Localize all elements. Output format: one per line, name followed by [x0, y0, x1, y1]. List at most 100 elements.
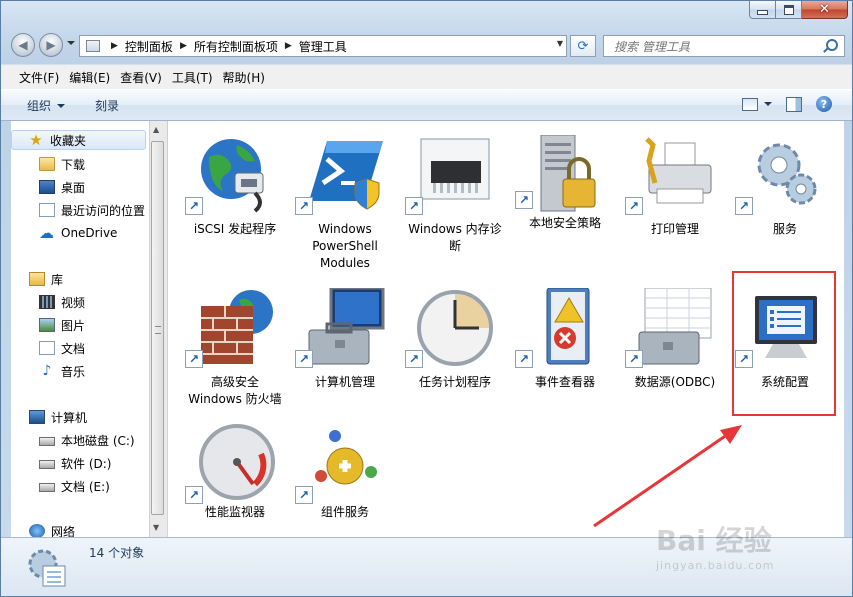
security-lock-icon: [540, 135, 596, 212]
item-label: Windows 内存诊 断: [408, 222, 502, 253]
forward-button[interactable]: ▶: [39, 33, 63, 57]
firewall-icon: [201, 290, 273, 364]
item-label: 打印管理: [650, 222, 699, 236]
item-label: Windows PowerShell Modules: [312, 222, 378, 270]
minimize-button[interactable]: [749, 1, 776, 19]
maximize-button[interactable]: [776, 1, 802, 19]
nav-disk-d[interactable]: 软件 (D:): [39, 453, 111, 473]
star-icon: ★: [29, 131, 43, 149]
command-bar: 组织 刻录 ?: [1, 89, 852, 121]
nav-libraries[interactable]: 库: [29, 269, 63, 289]
organize-button[interactable]: 组织: [27, 97, 66, 114]
breadcrumb-all-items[interactable]: 所有控制面板项: [194, 38, 278, 55]
refresh-button[interactable]: ⟳: [570, 35, 596, 57]
address-bar[interactable]: ▶ 控制面板 ▶ 所有控制面板项 ▶ 管理工具 ▼: [79, 35, 567, 57]
onedrive-cloud-icon: ☁: [39, 224, 54, 242]
nav-label: 库: [51, 272, 64, 287]
recent-pages-dropdown[interactable]: [67, 41, 75, 45]
search-icon[interactable]: [826, 39, 838, 51]
nav-scrollbar[interactable]: ▲ ▼: [149, 121, 167, 537]
close-button[interactable]: ✕: [802, 1, 848, 19]
item-label: 数据源(ODBC): [634, 375, 716, 389]
item-odbc[interactable]: ↗ 数据源(ODBC): [620, 288, 730, 418]
gears-icon: [757, 143, 817, 205]
clock-icon: [417, 290, 493, 366]
breadcrumb-separator-icon[interactable]: ▶: [111, 41, 118, 51]
nav-label: 网络: [51, 524, 76, 538]
breadcrumb-separator-icon[interactable]: ▶: [180, 41, 187, 51]
nav-downloads[interactable]: 下载: [39, 154, 85, 174]
nav-label: 收藏夹: [50, 133, 87, 148]
nav-videos[interactable]: 视频: [39, 292, 85, 312]
item-label: 本地安全策略: [528, 216, 601, 230]
back-button[interactable]: ◀: [11, 33, 35, 57]
search-box: [603, 35, 845, 57]
nav-disk-e[interactable]: 文档 (E:): [39, 476, 110, 496]
change-view-icon[interactable]: [742, 97, 758, 111]
nav-computer[interactable]: 计算机: [29, 407, 87, 427]
item-powershell[interactable]: ↗ Windows PowerShell Modules: [290, 135, 400, 285]
item-task-scheduler[interactable]: ↗ 任务计划程序: [400, 288, 510, 418]
item-local-security-policy[interactable]: ↗ 本地安全策略: [510, 129, 620, 259]
item-services[interactable]: ↗ 服务: [730, 135, 840, 265]
menu-help[interactable]: 帮助(H): [221, 69, 273, 86]
menu-file[interactable]: 文件(F): [1, 69, 67, 86]
item-component-services[interactable]: ↗ 组件服务: [290, 424, 400, 534]
menu-view[interactable]: 查看(V): [118, 69, 170, 86]
item-print-management[interactable]: ↗ 打印管理: [620, 135, 730, 265]
nav-recent[interactable]: 最近访问的位置: [39, 200, 145, 220]
item-label: 计算机管理: [314, 375, 375, 389]
annotation-highlight-box: [732, 271, 836, 416]
shortcut-arrow-icon: ↗: [515, 350, 533, 368]
item-count: 14 个对象: [89, 546, 145, 560]
address-dropdown-icon[interactable]: ▼: [557, 39, 563, 48]
nav-music[interactable]: ♪ 音乐: [39, 361, 85, 381]
item-memory-diagnostic[interactable]: ↗ Windows 内存诊 断: [400, 135, 510, 265]
chevron-down-icon: [57, 104, 66, 108]
nav-favorites[interactable]: ★ 收藏夹: [11, 130, 146, 150]
document-library-icon: [39, 341, 55, 355]
nav-disk-c[interactable]: 本地磁盘 (C:): [39, 430, 135, 450]
item-computer-management[interactable]: ↗ 计算机管理: [290, 288, 400, 418]
picture-library-icon: [39, 318, 55, 332]
menu-tools[interactable]: 工具(T): [170, 69, 221, 86]
menu-edit[interactable]: 编辑(E): [67, 69, 118, 86]
organize-label: 组织: [27, 98, 52, 113]
item-iscsi[interactable]: ↗ iSCSI 发起程序: [180, 135, 290, 265]
recent-places-icon: [39, 203, 55, 217]
scroll-down-icon[interactable]: ▼: [153, 523, 159, 532]
view-dropdown-icon[interactable]: [764, 102, 772, 106]
item-firewall[interactable]: ↗ 高级安全 Windows 防火墙: [180, 288, 290, 418]
preview-pane-icon[interactable]: [786, 96, 802, 112]
shortcut-arrow-icon: ↗: [405, 350, 423, 368]
item-performance-monitor[interactable]: ↗ 性能监视器: [180, 424, 290, 534]
scroll-up-icon[interactable]: ▲: [153, 125, 159, 134]
printer-icon: [645, 137, 712, 204]
item-label: 高级安全 Windows 防火墙: [188, 375, 282, 406]
item-label: 组件服务: [320, 505, 369, 519]
watermark-url: jingyan.baidu.com: [656, 559, 775, 572]
computer-management-icon: [308, 288, 385, 365]
nav-label: 桌面: [61, 180, 86, 195]
item-label: 任务计划程序: [418, 375, 491, 389]
shortcut-arrow-icon: ↗: [295, 486, 313, 504]
navigation-pane: ★ 收藏夹 下载 桌面 最近访问的位置 ☁ OneDrive 库 视频 图片 文档 …: [11, 121, 167, 537]
control-panel-icon: [86, 40, 100, 52]
nav-network[interactable]: 网络: [29, 521, 75, 537]
network-icon: [29, 524, 45, 537]
nav-documents[interactable]: 文档: [39, 338, 85, 358]
burn-button[interactable]: 刻录: [95, 97, 119, 114]
search-input[interactable]: [612, 37, 826, 57]
breadcrumb-separator-icon[interactable]: ▶: [285, 41, 292, 51]
nav-desktop[interactable]: 桌面: [39, 177, 85, 197]
scroll-thumb[interactable]: [151, 141, 164, 515]
nav-onedrive[interactable]: ☁ OneDrive: [39, 223, 117, 243]
item-label: 事件查看器: [534, 375, 595, 389]
nav-label: 文档: [61, 341, 86, 356]
computer-icon: [29, 410, 45, 424]
breadcrumb-control-panel[interactable]: 控制面板: [125, 38, 173, 55]
breadcrumb-admin-tools[interactable]: 管理工具: [299, 38, 347, 55]
item-event-viewer[interactable]: ↗ 事件查看器: [510, 288, 620, 418]
help-icon[interactable]: ?: [816, 96, 832, 112]
nav-pictures[interactable]: 图片: [39, 315, 85, 335]
